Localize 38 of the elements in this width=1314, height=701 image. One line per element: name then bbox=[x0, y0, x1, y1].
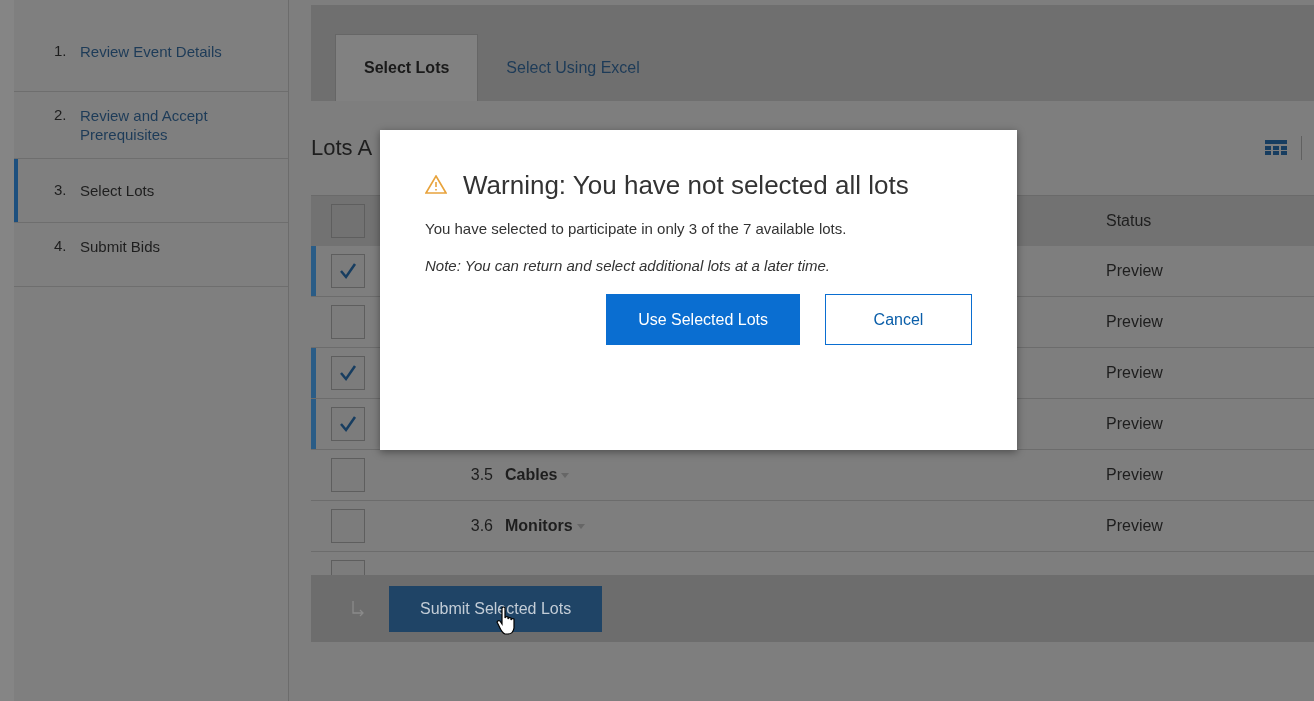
submit-button[interactable]: Submit Selected Lots bbox=[389, 585, 603, 632]
dialog-note: Note: You can return and select additional lots at a later time. bbox=[425, 257, 831, 274]
checkmark-icon bbox=[338, 364, 358, 382]
tab[interactable]: Select Lots bbox=[335, 34, 479, 101]
return-arrow-icon bbox=[351, 600, 365, 617]
status-cell: Preview bbox=[1106, 313, 1163, 331]
step-item[interactable]: 1. Review Event Details bbox=[14, 28, 288, 92]
dialog-title: Warning: You have not selected all lots bbox=[425, 170, 909, 200]
lot-number: 3.5 bbox=[469, 466, 494, 484]
status-cell: Preview bbox=[1106, 517, 1163, 535]
caret-icon[interactable] bbox=[576, 523, 585, 529]
lot-name[interactable]: Cables bbox=[505, 466, 570, 484]
status-cell: Preview bbox=[1106, 364, 1163, 382]
checkmark-icon bbox=[338, 262, 358, 280]
use-selected-lots-button[interactable]: Use Selected Lots bbox=[606, 294, 800, 345]
tab[interactable]: Select Using Excel bbox=[478, 34, 668, 101]
lot-name[interactable]: Monitors bbox=[505, 517, 585, 535]
status-cell: Preview bbox=[1106, 466, 1163, 484]
warning-icon bbox=[425, 175, 447, 194]
row-checkbox[interactable] bbox=[331, 305, 365, 339]
status-cell: Preview bbox=[1106, 262, 1163, 280]
row-checkbox[interactable] bbox=[331, 407, 365, 441]
row-checkbox[interactable] bbox=[331, 458, 365, 492]
section-title: Lots A bbox=[311, 135, 373, 161]
column-header: Status bbox=[1106, 212, 1152, 230]
row-checkbox[interactable] bbox=[331, 509, 365, 543]
row-checkbox[interactable] bbox=[331, 254, 365, 288]
caret-icon[interactable] bbox=[561, 472, 570, 478]
step-item[interactable]: 4. Submit Bids bbox=[14, 223, 288, 287]
cancel-button[interactable]: Cancel bbox=[825, 294, 972, 345]
row-checkbox[interactable] bbox=[331, 356, 365, 390]
checkmark-icon bbox=[338, 415, 358, 433]
dialog-message: You have selected to participate in only 3 of the 7 available lots. bbox=[425, 220, 848, 237]
status-cell: Preview bbox=[1106, 415, 1163, 433]
step-item[interactable]: 2. Review and Accept Prerequisites bbox=[14, 92, 288, 159]
step-item[interactable]: 3. Select Lots bbox=[14, 159, 288, 223]
table-view-icon[interactable] bbox=[1265, 140, 1287, 156]
lot-number: 3.6 bbox=[469, 517, 494, 535]
